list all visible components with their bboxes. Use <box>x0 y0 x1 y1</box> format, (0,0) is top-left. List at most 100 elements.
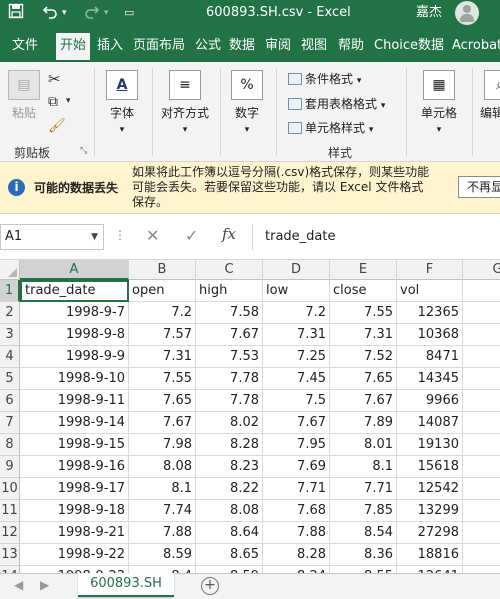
tab-page-layout[interactable]: 页面布局 <box>133 36 185 60</box>
header-cell[interactable]: high <box>196 280 263 302</box>
customize-icon[interactable]: ▭ <box>124 3 134 23</box>
table-cell[interactable]: 7.78 <box>196 390 263 412</box>
paste-button[interactable]: ▤ 粘贴 <box>8 70 40 121</box>
select-all-button[interactable] <box>0 260 20 280</box>
table-cell[interactable]: 8.28 <box>263 544 330 566</box>
copy-icon[interactable]: ⧉ <box>48 94 58 110</box>
table-cell[interactable]: 10368 <box>397 324 463 346</box>
plus-icon[interactable]: + <box>201 577 219 595</box>
table-cell[interactable]: 1998-9-22 <box>20 544 129 566</box>
table-cell[interactable]: 7.88 <box>263 522 330 544</box>
table-cell[interactable]: 7.88 <box>129 522 196 544</box>
table-cell[interactable]: 7.95 <box>263 434 330 456</box>
table-cell[interactable]: 7.67 <box>196 324 263 346</box>
tab-acrobat[interactable]: Acrobat <box>452 36 500 60</box>
row-header-8[interactable]: 8 <box>0 434 20 456</box>
column-header-b[interactable]: B <box>129 260 196 280</box>
row-header-2[interactable]: 2 <box>0 302 20 324</box>
tab-home[interactable]: 开始 <box>56 33 91 62</box>
header-cell[interactable]: low <box>263 280 330 302</box>
enter-icon[interactable]: ✓ <box>185 226 198 245</box>
number-button[interactable]: % 数字 ▾ <box>226 70 268 135</box>
table-cell[interactable]: 7.69 <box>263 456 330 478</box>
table-cell[interactable]: 7.5 <box>263 390 330 412</box>
table-cell[interactable]: 1998-9-23 <box>20 566 129 573</box>
more-icon[interactable]: ⋮ <box>114 228 126 242</box>
empty-cell[interactable] <box>463 544 500 566</box>
table-cell[interactable]: 7.55 <box>129 368 196 390</box>
table-cell[interactable]: 7.31 <box>129 346 196 368</box>
row-header-14[interactable]: 14 <box>0 566 20 573</box>
sheet-tab-active[interactable]: 600893.SH <box>78 573 174 597</box>
column-header-c[interactable]: C <box>196 260 263 280</box>
table-cell[interactable]: 1998-9-16 <box>20 456 129 478</box>
cancel-icon[interactable]: ✕ <box>146 226 159 245</box>
table-cell[interactable]: 14345 <box>397 368 463 390</box>
row-header-4[interactable]: 4 <box>0 346 20 368</box>
table-cell[interactable]: 8.36 <box>330 544 397 566</box>
row-header-3[interactable]: 3 <box>0 324 20 346</box>
cells-button[interactable]: ▦ 单元格 ▾ <box>416 70 462 135</box>
table-cell[interactable]: 8.23 <box>196 456 263 478</box>
table-cell[interactable]: 1998-9-14 <box>20 412 129 434</box>
table-cell[interactable]: 7.45 <box>263 368 330 390</box>
row-header-10[interactable]: 10 <box>0 478 20 500</box>
format-painter-icon[interactable]: 🖌 <box>48 118 66 134</box>
header-cell[interactable]: open <box>129 280 196 302</box>
table-cell[interactable]: 8.59 <box>196 566 263 573</box>
table-cell[interactable]: 27298 <box>397 522 463 544</box>
column-header-d[interactable]: D <box>263 260 330 280</box>
table-cell[interactable]: 7.57 <box>129 324 196 346</box>
empty-cell[interactable] <box>463 478 500 500</box>
table-cell[interactable]: 7.2 <box>129 302 196 324</box>
empty-cell[interactable] <box>463 500 500 522</box>
table-cell[interactable]: 1998-9-7 <box>20 302 129 324</box>
tab-file[interactable]: 文件 <box>12 36 38 60</box>
undo-icon[interactable] <box>42 3 58 25</box>
table-cell[interactable]: 7.67 <box>263 412 330 434</box>
table-cell[interactable]: 8.02 <box>196 412 263 434</box>
cut-icon[interactable]: ✂ <box>48 70 61 88</box>
table-cell[interactable]: 1998-9-15 <box>20 434 129 456</box>
row-header-12[interactable]: 12 <box>0 522 20 544</box>
tab-choice-data[interactable]: Choice数据 <box>374 36 444 60</box>
table-cell[interactable]: 7.31 <box>330 324 397 346</box>
table-cell[interactable]: 7.68 <box>263 500 330 522</box>
table-cell[interactable]: 7.67 <box>129 412 196 434</box>
editing-button[interactable]: ⌕ 编辑 <box>480 70 500 121</box>
tab-insert[interactable]: 插入 <box>97 36 123 60</box>
table-cell[interactable]: 8.65 <box>196 544 263 566</box>
column-header-g[interactable]: G <box>463 260 500 280</box>
table-cell[interactable]: 7.52 <box>330 346 397 368</box>
empty-cell[interactable] <box>463 434 500 456</box>
empty-cell[interactable] <box>463 566 500 573</box>
table-cell[interactable]: 7.71 <box>330 478 397 500</box>
row-header-13[interactable]: 13 <box>0 544 20 566</box>
table-cell[interactable]: 15618 <box>397 456 463 478</box>
table-cell[interactable]: 7.53 <box>196 346 263 368</box>
table-cell[interactable]: 8.24 <box>263 566 330 573</box>
table-cell[interactable]: 8.1 <box>330 456 397 478</box>
column-header-a[interactable]: A <box>20 260 129 280</box>
prev-sheet-icon[interactable]: ◀ <box>14 578 23 592</box>
format-as-table-button[interactable]: 套用表格格式 ▾ <box>288 95 385 112</box>
table-cell[interactable]: 8.1 <box>129 478 196 500</box>
table-cell[interactable]: 7.65 <box>330 368 397 390</box>
table-cell[interactable]: 7.85 <box>330 500 397 522</box>
table-cell[interactable]: 8471 <box>397 346 463 368</box>
empty-cell[interactable] <box>463 412 500 434</box>
active-cell[interactable]: trade_date <box>20 280 129 302</box>
table-cell[interactable]: 7.71 <box>263 478 330 500</box>
table-cell[interactable]: 14087 <box>397 412 463 434</box>
row-header-7[interactable]: 7 <box>0 412 20 434</box>
table-cell[interactable]: 7.89 <box>330 412 397 434</box>
table-cell[interactable]: 7.78 <box>196 368 263 390</box>
tab-data[interactable]: 数据 <box>229 36 255 60</box>
empty-cell[interactable] <box>463 302 500 324</box>
alignment-button[interactable]: ≡ 对齐方式 ▾ <box>156 70 214 135</box>
table-cell[interactable]: 7.55 <box>330 302 397 324</box>
table-cell[interactable]: 8.59 <box>129 544 196 566</box>
empty-cell[interactable] <box>463 390 500 412</box>
row-header-1[interactable]: 1 <box>0 280 20 302</box>
header-cell[interactable]: close <box>330 280 397 302</box>
